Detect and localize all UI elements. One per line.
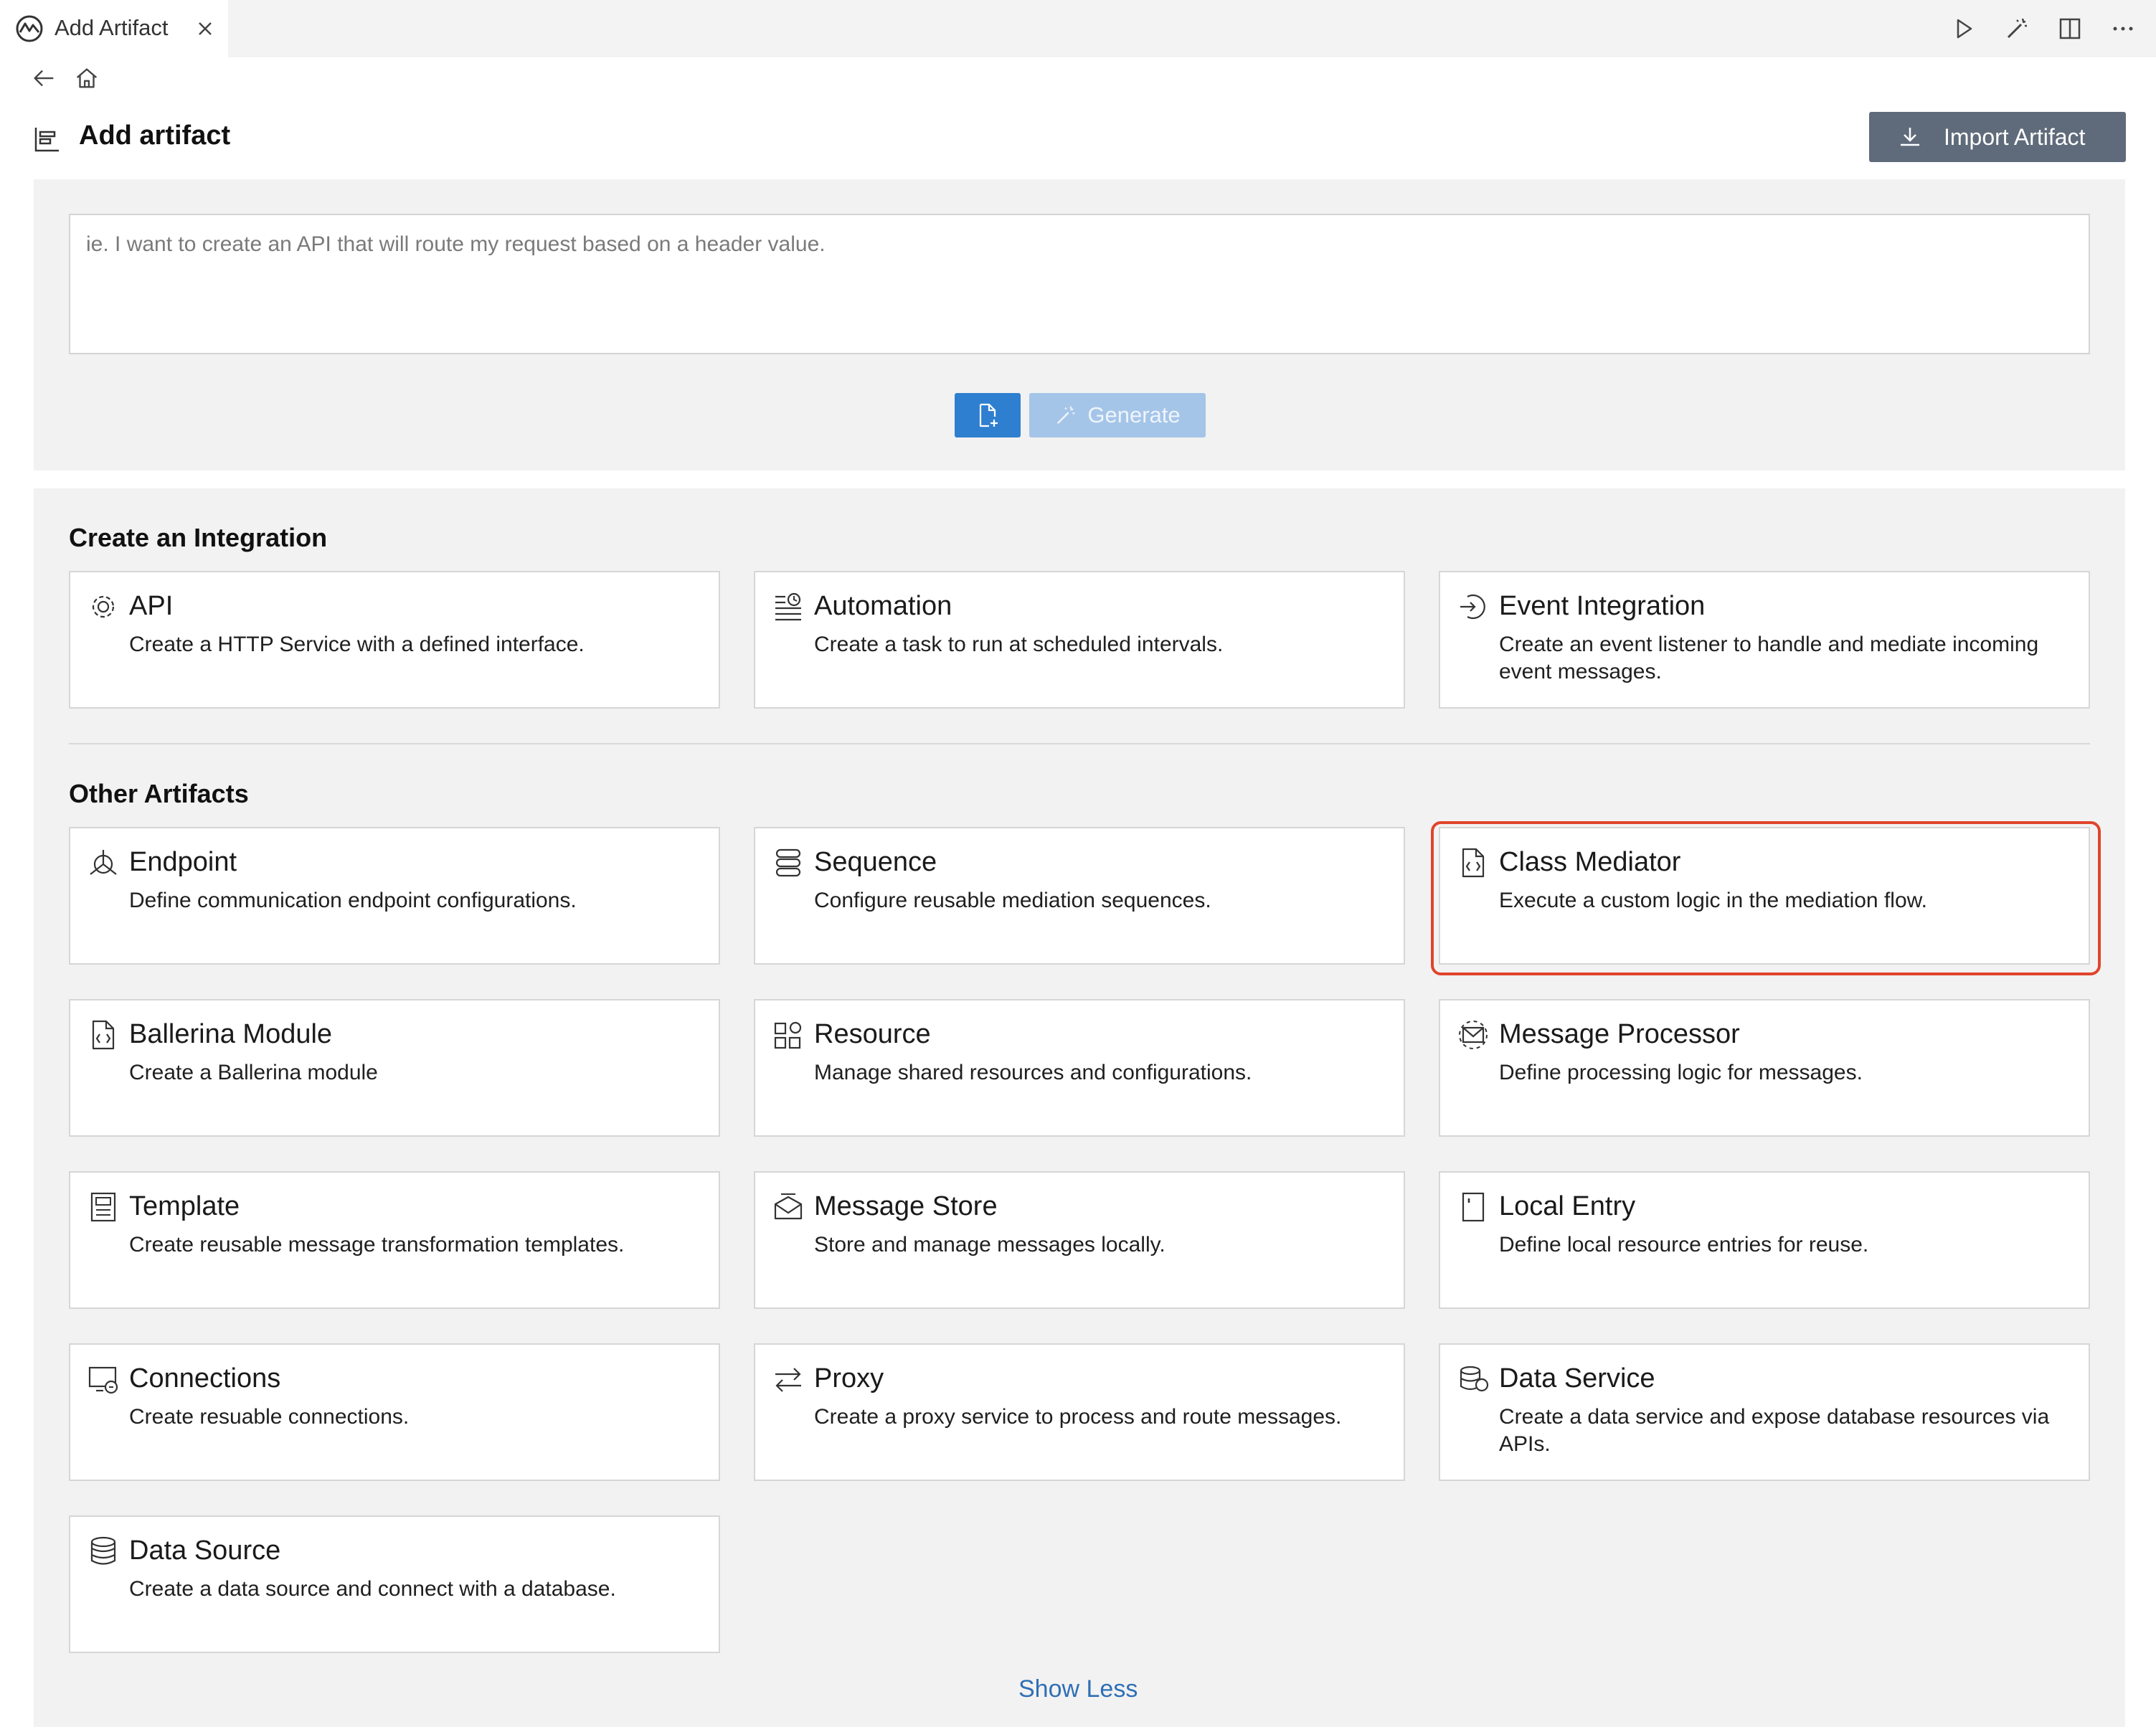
card-description: Manage shared resources and configuratio… [814, 1061, 1252, 1084]
magic-wand-icon [1054, 404, 1077, 427]
download-icon [1898, 125, 1922, 149]
integrator-logo-icon [14, 14, 44, 44]
card-title: Sequence [814, 847, 937, 877]
card-description: Create an event listener to handle and m… [1499, 633, 2039, 683]
local-entry-icon [1457, 1191, 1489, 1223]
card-connections[interactable]: Connections Create resuable connections. [69, 1343, 720, 1481]
editor-tab-bar: Add Artifact [0, 0, 2156, 57]
card-api[interactable]: API Create a HTTP Service with a defined… [69, 571, 720, 709]
card-resource[interactable]: Resource Manage shared resources and con… [754, 999, 1405, 1137]
card-data-source[interactable]: Data Source Create a data source and con… [69, 1515, 720, 1653]
attach-file-button[interactable] [955, 393, 1021, 437]
generate-label: Generate [1087, 402, 1181, 427]
event-icon [1457, 591, 1489, 623]
back-arrow-icon[interactable] [29, 63, 59, 93]
database-icon [88, 1536, 119, 1567]
prompt-textarea[interactable]: ie. I want to create an API that will ro… [69, 214, 2090, 354]
card-title: Data Service [1499, 1363, 1655, 1394]
add-file-icon [975, 402, 1001, 428]
card-description: Create a HTTP Service with a defined int… [129, 633, 585, 656]
card-description: Create a Ballerina module [129, 1061, 378, 1084]
card-title: Message Store [814, 1191, 998, 1221]
prompt-placeholder: ie. I want to create an API that will ro… [86, 232, 826, 256]
section-title-integration: Create an Integration [69, 523, 328, 552]
ai-actions: Generate [955, 393, 1206, 437]
editor-actions [1948, 13, 2139, 44]
card-description: Configure reusable mediation sequences. [814, 889, 1211, 912]
magic-wand-icon[interactable] [2001, 13, 2033, 44]
import-artifact-label: Import Artifact [1944, 123, 2086, 150]
navigation-bar [29, 63, 102, 93]
connections-icon [88, 1363, 119, 1395]
artifacts-panel: Create an Integration API Create a HTTP … [34, 488, 2125, 1727]
generate-button[interactable]: Generate [1029, 393, 1206, 437]
message-processor-icon [1457, 1019, 1489, 1051]
section-title-other: Other Artifacts [69, 779, 249, 808]
code-file-icon [88, 1019, 119, 1051]
code-file-icon [1457, 847, 1489, 879]
card-description: Execute a custom logic in the mediation … [1499, 889, 1927, 912]
ai-prompt-panel: ie. I want to create an API that will ro… [34, 179, 2125, 470]
card-description: Create a data service and expose databas… [1499, 1405, 2050, 1456]
card-description: Create a task to run at scheduled interv… [814, 633, 1224, 656]
card-endpoint[interactable]: Endpoint Define communication endpoint c… [69, 827, 720, 965]
message-store-icon [772, 1191, 804, 1223]
card-title: Automation [814, 591, 952, 621]
tab-add-artifact[interactable]: Add Artifact [0, 0, 228, 57]
show-less-link[interactable]: Show Less [1018, 1675, 1138, 1703]
card-template[interactable]: Template Create reusable message transfo… [69, 1171, 720, 1309]
card-sequence[interactable]: Sequence Configure reusable mediation se… [754, 827, 1405, 965]
card-description: Create reusable message transformation t… [129, 1233, 625, 1257]
page-header: Add artifact Import Artifact [0, 100, 2156, 179]
template-icon [88, 1191, 119, 1223]
card-description: Store and manage messages locally. [814, 1233, 1166, 1257]
clock-list-icon [772, 591, 804, 623]
sequence-icon [772, 847, 804, 879]
card-automation[interactable]: Automation Create a task to run at sched… [754, 571, 1405, 709]
card-title: Template [129, 1191, 240, 1221]
run-icon[interactable] [1948, 13, 1980, 44]
card-message-store[interactable]: Message Store Store and manage messages … [754, 1171, 1405, 1309]
endpoint-icon [88, 847, 119, 879]
card-title: Proxy [814, 1363, 884, 1394]
card-title: API [129, 591, 174, 621]
card-class-mediator[interactable]: Class Mediator Execute a custom logic in… [1439, 827, 2090, 965]
page-title: Add artifact [79, 120, 231, 151]
card-ballerina-module[interactable]: Ballerina Module Create a Ballerina modu… [69, 999, 720, 1137]
more-actions-icon[interactable] [2107, 13, 2139, 44]
card-title: Ballerina Module [129, 1019, 333, 1049]
card-title: Connections [129, 1363, 281, 1394]
card-title: Class Mediator [1499, 847, 1681, 877]
proxy-icon [772, 1363, 804, 1395]
card-title: Event Integration [1499, 591, 1706, 621]
split-editor-icon[interactable] [2054, 13, 2086, 44]
card-title: Local Entry [1499, 1191, 1636, 1221]
section-divider [69, 743, 2090, 744]
card-description: Create a proxy service to process and ro… [814, 1405, 1342, 1429]
card-title: Endpoint [129, 847, 237, 877]
artifact-icon [33, 125, 62, 153]
close-icon[interactable] [194, 17, 217, 40]
card-proxy[interactable]: Proxy Create a proxy service to process … [754, 1343, 1405, 1481]
card-title: Message Processor [1499, 1019, 1740, 1049]
tab-title: Add Artifact [55, 15, 169, 40]
card-description: Create resuable connections. [129, 1405, 410, 1429]
card-title: Resource [814, 1019, 931, 1049]
card-event-integration[interactable]: Event Integration Create an event listen… [1439, 571, 2090, 709]
card-local-entry[interactable]: Local Entry Define local resource entrie… [1439, 1171, 2090, 1309]
card-message-processor[interactable]: Message Processor Define processing logi… [1439, 999, 2090, 1137]
resource-icon [772, 1019, 804, 1051]
card-description: Define processing logic for messages. [1499, 1061, 1863, 1084]
card-title: Data Source [129, 1536, 281, 1566]
import-artifact-button[interactable]: Import Artifact [1869, 112, 2126, 162]
card-data-service[interactable]: Data Service Create a data service and e… [1439, 1343, 2090, 1481]
data-service-icon [1457, 1363, 1489, 1395]
card-description: Define local resource entries for reuse. [1499, 1233, 1869, 1257]
card-description: Create a data source and connect with a … [129, 1577, 616, 1601]
card-description: Define communication endpoint configurat… [129, 889, 577, 912]
home-icon[interactable] [72, 63, 102, 93]
gear-icon [88, 591, 119, 623]
